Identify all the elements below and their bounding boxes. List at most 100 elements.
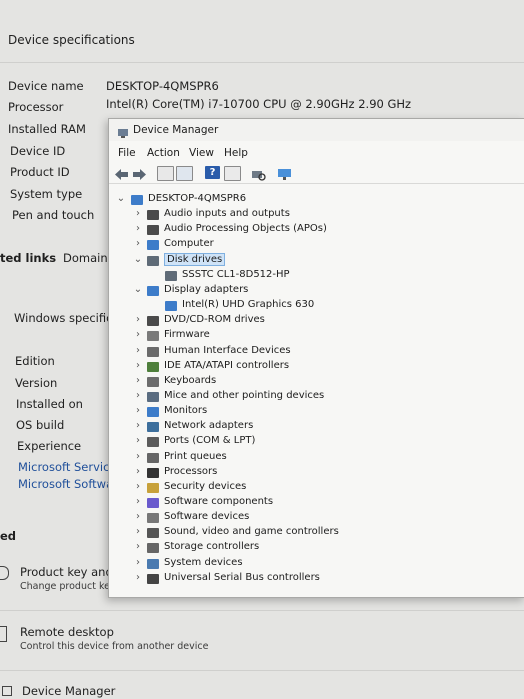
tree-item-label: Sound, video and game controllers [164,526,339,538]
chevron-right-icon[interactable]: › [133,238,143,249]
remote-desktop-icon [0,626,7,642]
back-arrow-icon[interactable] [114,166,129,180]
display-adapter-icon [165,301,177,312]
spec-label: Pen and touch [12,208,95,222]
spec-label: Device ID [10,144,66,158]
chevron-right-icon[interactable]: › [133,557,143,568]
tree-category[interactable]: › Computer [133,238,524,253]
tree-category[interactable]: › Network adapters [133,420,524,435]
tree-item-label: Disk drives [164,252,226,266]
chevron-down-icon[interactable]: ⌄ [133,284,143,295]
related-links-label: ted links [0,251,57,265]
menu-file[interactable]: File [118,147,136,159]
tree-category[interactable]: ⌄ Disk drives [133,252,524,269]
chevron-right-icon[interactable]: › [133,572,143,583]
tree-item-label: DESKTOP-4QMSPR6 [148,193,247,204]
tree-category[interactable]: › Software components [133,496,524,511]
scan-hardware-icon[interactable] [251,166,266,181]
tree-category[interactable]: › Universal Serial Bus controllers [133,572,524,587]
ide-icon [147,361,159,372]
spec-label: Installed RAM [8,122,86,136]
tree-category[interactable]: › Keyboards [133,375,524,390]
tree-category[interactable]: › Sound, video and game controllers [133,526,524,541]
windows-spec-label: Version [15,376,58,390]
tree-category[interactable]: › Software devices [133,511,524,526]
storage-icon [147,543,159,554]
chevron-right-icon[interactable]: › [133,496,143,507]
software-device-icon [147,513,159,524]
show-hidden-icon[interactable] [176,166,193,181]
display-adapter-icon [147,285,159,296]
chevron-right-icon[interactable]: › [133,223,143,234]
tree-item-label: DVD/CD-ROM drives [164,314,265,326]
title-bar[interactable]: Device Manager [109,119,524,141]
menu-action[interactable]: Action [147,147,180,159]
display-icon[interactable] [277,166,292,180]
processor-icon [147,467,159,478]
tree-category[interactable]: › Security devices [133,481,524,496]
chevron-down-icon[interactable]: ⌄ [116,193,126,204]
tree-category[interactable]: › Human Interface Devices [133,345,524,360]
tree-category[interactable]: ⌄ Display adapters [133,284,524,299]
chevron-right-icon[interactable]: › [133,435,143,446]
chevron-right-icon[interactable]: › [133,466,143,477]
tree-category[interactable]: › Audio inputs and outputs [133,208,524,223]
tree-item-label: Storage controllers [164,541,260,553]
dvd-icon [147,316,159,327]
tree-item-label: Human Interface Devices [164,344,291,356]
chevron-right-icon[interactable]: › [133,360,143,371]
tree-category[interactable]: › DVD/CD-ROM drives [133,314,524,329]
tree-category[interactable]: › IDE ATA/ATAPI controllers [133,360,524,375]
forward-arrow-icon[interactable] [132,166,147,180]
tree-root[interactable]: ⌄ DESKTOP-4QMSPR6 [116,193,524,208]
chevron-right-icon[interactable]: › [133,375,143,386]
tree-item-label: Audio inputs and outputs [164,208,290,220]
chevron-right-icon[interactable]: › [133,420,143,431]
chevron-right-icon[interactable]: › [133,526,143,537]
remote-desktop-title[interactable]: Remote desktop [20,625,114,639]
tree-category[interactable]: › Storage controllers [133,541,524,556]
tree-device[interactable]: SSSTC CL1-8D512-HP [151,269,524,284]
menu-help[interactable]: Help [224,147,248,159]
tree-device[interactable]: Intel(R) UHD Graphics 630 [151,299,524,314]
tree-category[interactable]: › Ports (COM & LPT) [133,435,524,450]
spec-label: Product ID [10,165,70,179]
microsoft-services-link[interactable]: Microsoft Services [18,460,122,474]
device-tree: ⌄ DESKTOP-4QMSPR6 › Audio inputs and output… [109,185,524,597]
divider [0,62,524,63]
device-manager-link[interactable]: Device Manager [22,684,115,698]
menu-bar: File Action View Help [109,145,524,161]
tree-category[interactable]: › System devices [133,557,524,572]
window-title: Device Manager [133,124,219,136]
divider [0,670,524,671]
tree-category[interactable]: › Mice and other pointing devices [133,390,524,405]
chevron-right-icon[interactable]: › [133,511,143,522]
tree-category[interactable]: › Firmware [133,329,524,344]
chevron-right-icon[interactable]: › [133,345,143,356]
chevron-right-icon[interactable]: › [133,451,143,462]
chevron-down-icon[interactable]: ⌄ [133,254,143,265]
device-manager-icon [2,686,12,696]
chevron-right-icon[interactable]: › [133,390,143,401]
tree-item-label: Computer [164,238,214,250]
properties-icon[interactable] [157,166,174,181]
tree-item-label: Universal Serial Bus controllers [164,571,320,583]
tree-category[interactable]: › Processors [133,466,524,481]
chevron-right-icon[interactable]: › [133,208,143,219]
tree-category[interactable]: › Monitors [133,405,524,420]
menu-view[interactable]: View [189,147,214,159]
help-icon[interactable]: ? [205,166,220,179]
chevron-right-icon[interactable]: › [133,481,143,492]
hid-icon [147,346,159,357]
chevron-right-icon[interactable]: › [133,329,143,340]
network-icon [147,422,159,433]
chevron-right-icon[interactable]: › [133,314,143,325]
monitor-list-icon[interactable] [224,166,241,181]
chevron-right-icon[interactable]: › [133,541,143,552]
device-manager-icon [117,124,129,138]
chevron-right-icon[interactable]: › [133,405,143,416]
device-manager-window: Device Manager File Action View Help ? ⌄… [108,118,524,598]
tree-category[interactable]: › Print queues [133,451,524,466]
firmware-icon [147,331,159,342]
tree-category[interactable]: › Audio Processing Objects (APOs) [133,223,524,238]
